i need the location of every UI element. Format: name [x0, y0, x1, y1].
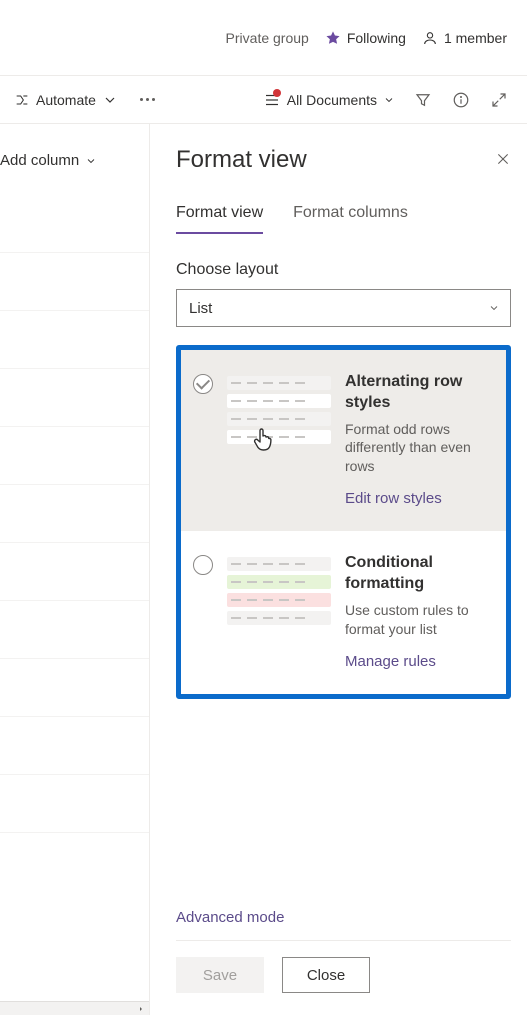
- close-icon: [495, 151, 511, 167]
- chevron-down-icon: [383, 94, 395, 106]
- chevron-down-icon: [85, 155, 97, 167]
- view-selector[interactable]: All Documents: [263, 91, 395, 109]
- layout-select-value: List: [189, 300, 212, 317]
- members-label: 1 member: [444, 30, 507, 46]
- add-column-button[interactable]: Add column: [0, 124, 149, 169]
- expand-icon: [490, 91, 508, 109]
- follow-toggle[interactable]: Following: [325, 30, 406, 46]
- flow-icon: [14, 92, 30, 108]
- site-header: Private group Following 1 member: [0, 0, 527, 75]
- command-bar: Automate All Documents: [0, 75, 527, 123]
- info-button[interactable]: [451, 90, 471, 110]
- option-alternating-rows[interactable]: Alternating row styles Format odd rows d…: [181, 350, 506, 531]
- list-rows: [0, 195, 149, 833]
- close-button[interactable]: Close: [282, 957, 370, 993]
- filter-button[interactable]: [413, 90, 433, 110]
- chevron-down-icon: [102, 92, 118, 108]
- view-label: All Documents: [287, 92, 377, 108]
- automate-button[interactable]: Automate: [8, 88, 124, 112]
- radio-alternating-rows[interactable]: [193, 374, 213, 394]
- filter-icon: [414, 91, 432, 109]
- panel-tabs: Format view Format columns: [176, 204, 511, 235]
- add-column-label: Add column: [0, 152, 79, 169]
- advanced-mode-link[interactable]: Advanced mode: [176, 897, 511, 940]
- conditional-formatting-thumbnail: [227, 557, 331, 669]
- format-options-highlight: Alternating row styles Format odd rows d…: [176, 345, 511, 699]
- horizontal-scrollbar[interactable]: [0, 1001, 149, 1015]
- chevron-right-icon: [137, 1005, 145, 1013]
- automate-label: Automate: [36, 92, 96, 108]
- option-desc: Format odd rows differently than even ro…: [345, 420, 492, 477]
- panel-title: Format view: [176, 146, 307, 174]
- close-panel-button[interactable]: [495, 151, 511, 170]
- edit-row-styles-link[interactable]: Edit row styles: [345, 490, 492, 507]
- list-pane: Add column: [0, 124, 150, 1015]
- expand-button[interactable]: [489, 90, 509, 110]
- members[interactable]: 1 member: [422, 30, 507, 46]
- option-desc: Use custom rules to format your list: [345, 601, 492, 639]
- alternating-rows-thumbnail: [227, 376, 331, 507]
- format-view-panel: Format view Format view Format columns C…: [150, 124, 527, 1015]
- person-icon: [422, 30, 438, 46]
- group-privacy: Private group: [226, 30, 309, 46]
- option-title: Alternating row styles: [345, 372, 492, 414]
- tab-format-view[interactable]: Format view: [176, 204, 263, 234]
- choose-layout-label: Choose layout: [176, 261, 511, 279]
- option-title: Conditional formatting: [345, 553, 492, 595]
- manage-rules-link[interactable]: Manage rules: [345, 653, 492, 670]
- option-conditional-formatting[interactable]: Conditional formatting Use custom rules …: [181, 531, 506, 693]
- chevron-down-icon: [488, 302, 500, 314]
- save-button: Save: [176, 957, 264, 993]
- info-icon: [452, 91, 470, 109]
- panel-footer: Save Close: [176, 940, 511, 1015]
- layout-select[interactable]: List: [176, 289, 511, 327]
- star-filled-icon: [325, 30, 341, 46]
- hand-cursor-icon: [251, 426, 275, 454]
- tab-format-columns[interactable]: Format columns: [293, 204, 408, 234]
- overflow-button[interactable]: [132, 98, 163, 101]
- radio-conditional-formatting[interactable]: [193, 555, 213, 575]
- follow-label: Following: [347, 30, 406, 46]
- unsaved-indicator-icon: [273, 89, 281, 97]
